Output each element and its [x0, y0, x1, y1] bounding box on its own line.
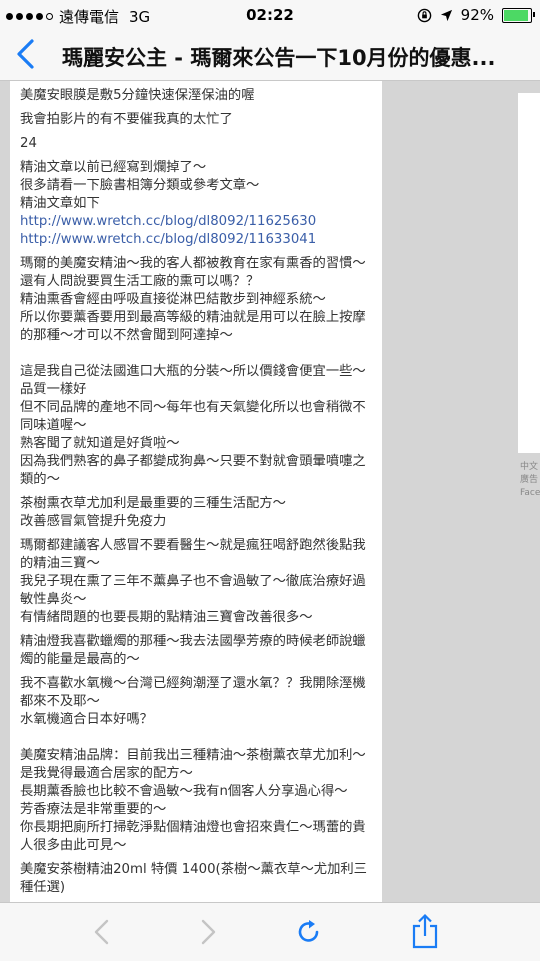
post-paragraph: 美魔安茶樹精油20ml 特價 1400(茶樹～薰衣草～尤加利三種任選) — [20, 861, 372, 897]
post-line: 精油文章如下 — [20, 196, 100, 211]
post-paragraph: 我會拍影片的有不要催我真的太忙了 — [20, 111, 372, 129]
back-arrow-icon[interactable] — [88, 917, 118, 947]
post-paragraph: 茶樹熏衣草尤加利是最重要的三種生活配方～ 改善感冒氣管提升免疫力 — [20, 495, 372, 531]
post-line: 有情緒問題的也要長期的點精油三寶會改善很多～ — [20, 610, 313, 625]
status-bar: 遠傳電信 3G 02:22 92% — [0, 0, 540, 30]
side-text-line: Face — [520, 488, 540, 498]
post-paragraph: 瑪爾都建議客人感冒不要看醫生～就是瘋狂喝舒跑然後點我的精油三寶～ 我兒子現在熏了三… — [20, 537, 372, 627]
location-arrow-icon — [440, 9, 452, 21]
blog-link[interactable]: http://www.wretch.cc/blog/dl8092/1163304… — [20, 231, 372, 249]
back-chevron-icon[interactable] — [12, 38, 40, 70]
browser-toolbar — [0, 902, 540, 961]
side-text-line: 廣告 — [520, 475, 539, 485]
post-line: 我不喜歡水氧機～台灣已經夠潮溼了還水氧？？我開除溼機都來不及耶～ — [20, 676, 366, 709]
post-line: 芳香療法是非常重要的～ — [20, 802, 167, 817]
battery-percent: 92% — [460, 6, 494, 24]
battery-icon — [502, 7, 535, 23]
post-paragraph: 24 — [20, 135, 372, 153]
post-paragraph: 美魔安眼膜是敷5分鐘快速保溼保油的喔 — [20, 87, 372, 105]
post-line: 我兒子現在熏了三年不薰鼻子也不會過敏了～徹底治療好過敏性鼻炎～ — [20, 574, 366, 607]
post-line: 所以你要薰香要用到最高等級的精油就是用可以在臉上按摩的那種～才可以不然會聞到阿達… — [20, 310, 366, 343]
page-title: 瑪麗安公主 - 瑪爾來公告一下10月份的優惠... — [62, 46, 496, 70]
post-line: 熟客聞了就知道是好貨啦～ — [20, 436, 180, 451]
post-line: 24 — [20, 136, 37, 151]
side-ad-panel — [518, 93, 540, 453]
post-line: 美魔安眼膜是敷5分鐘快速保溼保油的喔 — [20, 88, 255, 103]
post-line: 長期薰香臉也比較不會過敏～我有n個客人分享過心得～ — [20, 784, 348, 799]
post-line: 很多請看一下臉書相簿分類或參考文章～ — [20, 178, 260, 193]
post-line: 改善感冒氣管提升免疫力 — [20, 514, 167, 529]
post-line: 精油熏香會經由呼吸直接從淋巴結散步到神經系統～ — [20, 292, 326, 307]
post-paragraph: 瑪爾的美魔安精油～我的客人都被教育在家有熏香的習慣～ 還有人問說要買生活工廠的熏可… — [20, 255, 372, 345]
post-line: 還有人問說要買生活工廠的熏可以嗎？？ — [20, 274, 260, 289]
post-line: 美魔安茶樹精油20ml 特價 1400(茶樹～薰衣草～尤加利三種任選) — [20, 862, 367, 895]
status-right: 92% — [417, 6, 535, 24]
post-line: 美魔安精油品牌：目前我出三種精油～茶樹薰衣草尤加利～是我覺得最適合居家的配方～ — [20, 748, 366, 781]
post-line: 瑪爾都建議客人感冒不要看醫生～就是瘋狂喝舒跑然後點我的精油三寶～ — [20, 538, 366, 571]
side-ad-label: 中文 廣告 Face — [520, 461, 540, 500]
post-body: 美魔安眼膜是敷5分鐘快速保溼保油的喔 我會拍影片的有不要催我真的太忙了 24 精油文章… — [10, 81, 382, 902]
post-line: 我會拍影片的有不要催我真的太忙了 — [20, 112, 233, 127]
web-content[interactable]: 美魔安眼膜是敷5分鐘快速保溼保油的喔 我會拍影片的有不要催我真的太忙了 24 精油文章… — [0, 81, 540, 902]
post-line: 你長期把廁所打掃乾淨點個精油燈也會招來貴仁～瑪蕾的貴人很多由此可見～ — [20, 820, 366, 853]
post-paragraph: 這是我自己從法國進口大瓶的分裝～所以價錢會便宜一些～品質一樣好 但不同品牌的產地不… — [20, 363, 372, 489]
reload-icon[interactable] — [294, 917, 324, 947]
share-icon[interactable] — [410, 913, 440, 949]
blog-link[interactable]: http://www.wretch.cc/blog/dl8092/1162563… — [20, 213, 372, 231]
post-line: 但不同品牌的產地不同～每年也有天氣變化所以也會稍微不同味道喔～ — [20, 400, 366, 433]
post-paragraph: 精油文章以前已經寫到爛掉了～ 很多請看一下臉書相簿分類或參考文章～ 精油文章如下 ht… — [20, 159, 372, 249]
post-line: 這是我自己從法國進口大瓶的分裝～所以價錢會便宜一些～品質一樣好 — [20, 364, 366, 397]
post-paragraph: 精油燈我喜歡蠟燭的那種～我去法國學芳療的時候老師說蠟燭的能量是最高的～ — [20, 633, 372, 669]
post-text: 美魔安眼膜是敷5分鐘快速保溼保油的喔 我會拍影片的有不要催我真的太忙了 24 精油文章… — [10, 81, 382, 902]
post-line: 因為我們熟客的鼻子都變成狗鼻～只要不對就會頭暈噴嚏之類的～ — [20, 454, 366, 487]
post-paragraph: 我不喜歡水氧機～台灣已經夠潮溼了還水氧？？我開除溼機都來不及耶～ 水氧機適合日本好… — [20, 675, 372, 729]
post-line: 瑪爾的美魔安精油～我的客人都被教育在家有熏香的習慣～ — [20, 256, 366, 271]
rotation-lock-icon — [417, 8, 431, 22]
post-line: 精油燈我喜歡蠟燭的那種～我去法國學芳療的時候老師說蠟燭的能量是最高的～ — [20, 634, 366, 667]
post-line: 茶樹熏衣草尤加利是最重要的三種生活配方～ — [20, 496, 286, 511]
post-line: 水氧機適合日本好嗎？ — [20, 712, 153, 727]
post-paragraph: 美魔安精油品牌：目前我出三種精油～茶樹薰衣草尤加利～是我覺得最適合居家的配方～ 長… — [20, 747, 372, 855]
side-text-line: 中文 — [520, 462, 539, 472]
post-line: 精油文章以前已經寫到爛掉了～ — [20, 160, 207, 175]
forward-arrow-icon[interactable] — [192, 917, 222, 947]
navigation-bar: 瑪麗安公主 - 瑪爾來公告一下10月份的優惠... — [0, 30, 540, 81]
